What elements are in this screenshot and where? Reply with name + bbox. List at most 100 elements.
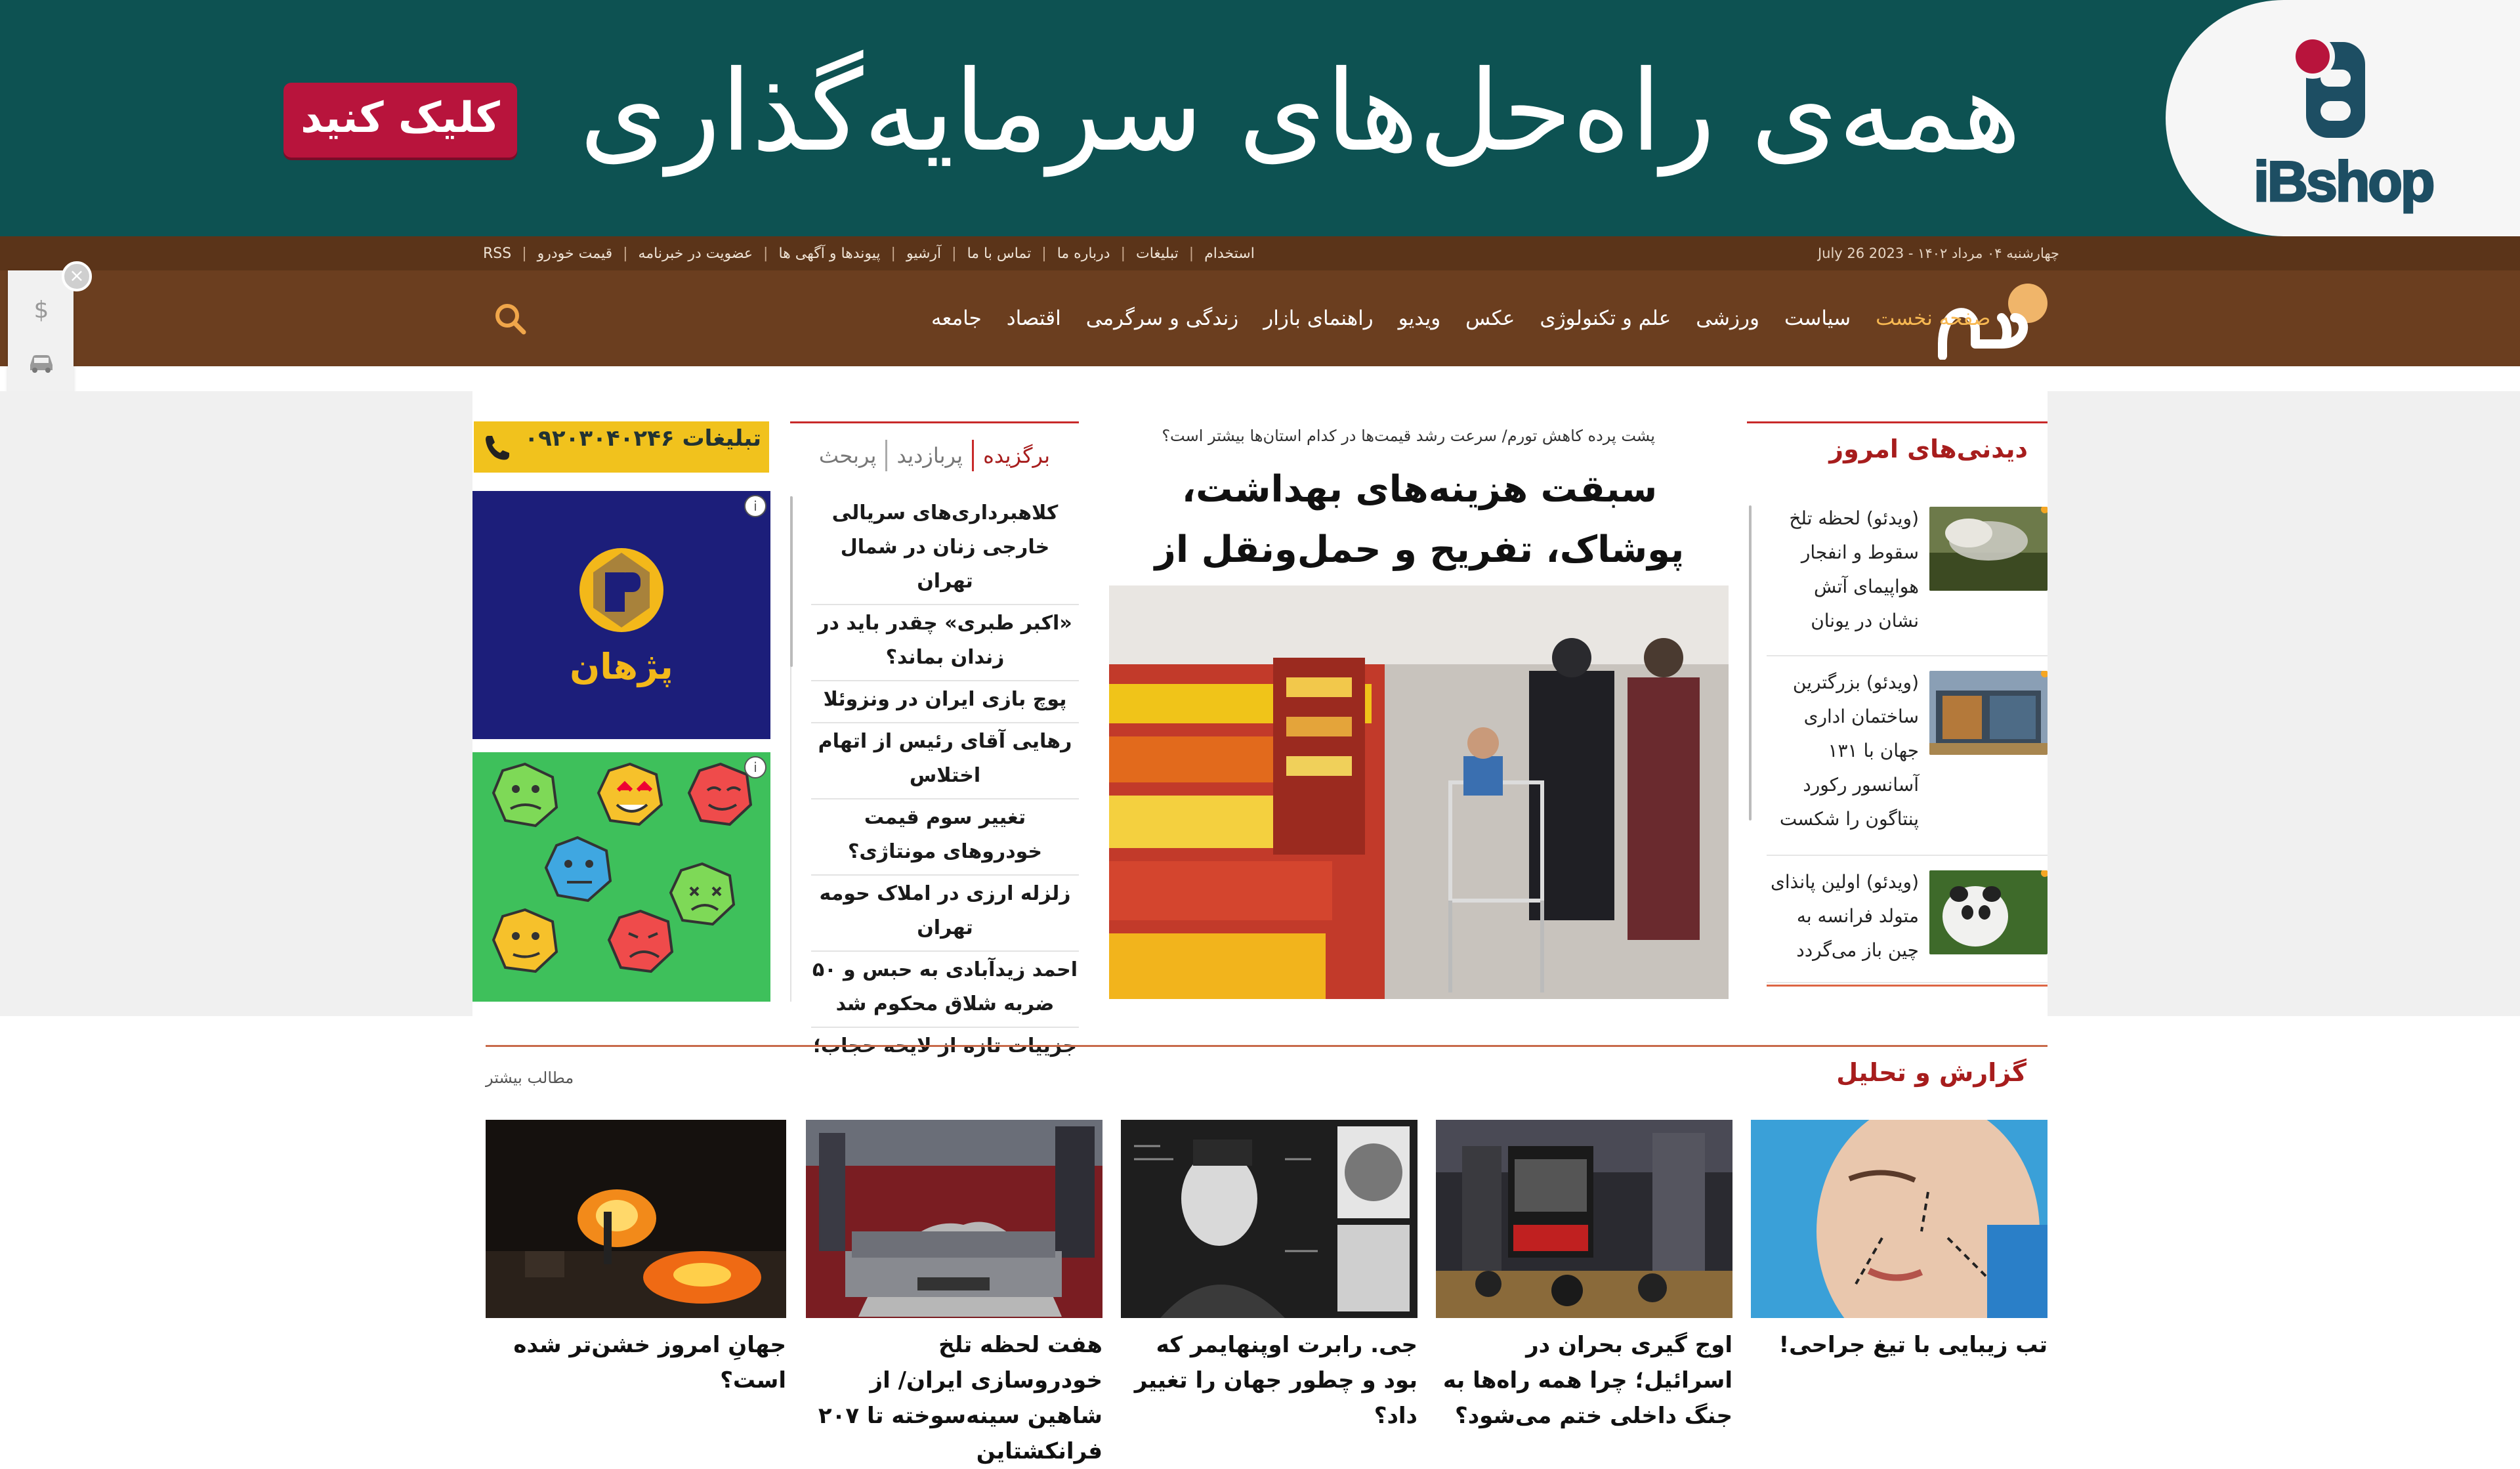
svg-text:$: $ xyxy=(34,297,49,323)
car-icon[interactable] xyxy=(28,348,55,375)
video-thumbnail[interactable] xyxy=(1929,507,2048,591)
ad-phone-banner[interactable]: تبلیغات ۰۹۲۰۳۰۴۰۲۴۶ xyxy=(474,421,769,473)
list-item[interactable]: رهایی آقای رئیس از اتهام اختلاس xyxy=(811,723,1079,799)
card-image[interactable] xyxy=(1751,1120,2048,1318)
scrollbar[interactable] xyxy=(790,496,793,667)
section-rule xyxy=(486,1045,2048,1047)
info-icon[interactable]: i xyxy=(744,495,766,517)
ad-phone-label: تبلیغات ۰۹۲۰۳۰۴۰۲۴۶ xyxy=(524,425,761,452)
nav-items: صفحه نخست سیاست ورزشی علم و تکنولوژی عکس… xyxy=(919,270,2003,366)
toplink-about[interactable]: درباره ما xyxy=(1057,245,1110,262)
banner-headline: همه‌ی راه‌حل‌های سرمایه‌گذاری xyxy=(579,47,2021,177)
card-image[interactable] xyxy=(1121,1120,1418,1318)
list-item[interactable]: (ویدئو) اولین پانذای متولد فرانسه به چین… xyxy=(1767,870,2048,983)
tab-selected[interactable]: برگزیده xyxy=(974,443,1059,468)
nav-item-lifestyle[interactable]: زندگی و سرگرمی xyxy=(1074,307,1251,330)
tab-most-viewed[interactable]: پربازدید xyxy=(887,443,972,468)
report-card[interactable]: تب زیبایی با تیغ جراحی! xyxy=(1751,1120,2048,1363)
divider: | xyxy=(1188,245,1194,262)
report-section-title[interactable]: گزارش و تحلیل xyxy=(1836,1058,2026,1087)
nav-item-video[interactable]: ویدیو xyxy=(1386,307,1454,330)
list-item[interactable]: (ویدئو) بزرگترین ساختمان اداری جهان با ۱… xyxy=(1767,671,2048,856)
list-item[interactable]: زلزله ارزی در املاک حومه تهران xyxy=(811,876,1079,952)
video-thumbnail[interactable] xyxy=(1929,671,2048,755)
section-rule xyxy=(1747,421,2048,423)
list-item[interactable]: جزییات تازه از لایحه حجاب؛ xyxy=(811,1028,1079,1069)
more-articles-link[interactable]: مطالب بیشتر xyxy=(486,1069,574,1087)
close-icon[interactable]: × xyxy=(62,261,92,291)
top-links: استخدام | تبلیغات | درباره ما | تماس با ما |… xyxy=(483,236,1255,270)
card-title[interactable]: هفت لحظه تلخ خودروسازی ایران/ از شاهین س… xyxy=(806,1327,1102,1469)
tabs-section: برگزیده پربازدید پربحث xyxy=(790,421,1079,471)
video-thumbnail[interactable] xyxy=(1929,870,2048,954)
lead-kicker[interactable]: پشت پرده کاهش تورم/ سرعت رشد قیمت‌ها در … xyxy=(1162,427,1655,445)
list-item[interactable]: تغییر سوم قیمت خودروهای مونتاژی؟ xyxy=(811,799,1079,876)
ad-emoji[interactable]: i xyxy=(472,752,770,1002)
dollar-icon[interactable]: $ xyxy=(28,295,55,323)
divider: | xyxy=(763,245,768,262)
tab-most-discussed[interactable]: پربحث xyxy=(810,443,886,468)
toplink-ads[interactable]: تبلیغات xyxy=(1136,245,1179,262)
section-rule xyxy=(1767,985,2048,987)
today-sights-section: دیدنی‌های امروز xyxy=(1747,421,2048,463)
nav-item-home[interactable]: صفحه نخست xyxy=(1863,307,2003,330)
divider: | xyxy=(952,245,957,262)
section-rule xyxy=(790,421,1079,423)
video-title[interactable]: (ویدئو) لحظه تلخ سقوط و انفجار هواپیمای … xyxy=(1768,501,1919,638)
toplink-careers[interactable]: استخدام xyxy=(1204,245,1255,262)
report-card[interactable]: اوج گیری بحران در اسرائیل؛ چرا همه راه‌ه… xyxy=(1436,1120,1732,1434)
lead-image[interactable] xyxy=(1109,585,1729,999)
divider: | xyxy=(623,245,628,262)
card-image[interactable] xyxy=(806,1120,1102,1318)
nav-item-politics[interactable]: سیاست xyxy=(1772,307,1863,330)
video-title[interactable]: (ویدئو) بزرگترین ساختمان اداری جهان با ۱… xyxy=(1768,666,1919,836)
news-list: کلاهبرداری‌های سریالی خارجی زنان در شمال… xyxy=(811,495,1079,1069)
ibshop-logo[interactable]: iBshop xyxy=(2253,26,2436,215)
top-bar: چهارشنبه ۰۴ مرداد ۱۴۰۲ - July 26 2023 اس… xyxy=(0,236,2520,270)
ad-pezhan[interactable]: i پژهان xyxy=(472,491,770,739)
nav-item-market[interactable]: راهنمای بازار xyxy=(1251,307,1385,330)
emoji-faces-image xyxy=(492,762,753,973)
report-card[interactable]: جهانِ امروز خشن‌تر شده است؟ xyxy=(486,1120,786,1398)
section-title[interactable]: دیدنی‌های امروز xyxy=(1829,435,2028,463)
toplink-rss[interactable]: RSS xyxy=(483,245,511,262)
list-item[interactable]: «اکبر طبری» چقدر باید در زندان بماند؟ xyxy=(811,605,1079,681)
ibshop-b-icon xyxy=(2290,34,2365,138)
pezhan-logo-icon xyxy=(579,548,663,632)
divider: | xyxy=(891,245,896,262)
list-item[interactable]: کلاهبرداری‌های سریالی خارجی زنان در شمال… xyxy=(811,495,1079,605)
search-icon[interactable] xyxy=(491,299,530,339)
toplink-newsletter[interactable]: عضویت در خبرنامه xyxy=(639,245,753,262)
card-image[interactable] xyxy=(486,1120,786,1318)
divider: | xyxy=(522,245,527,262)
nav-item-photo[interactable]: عکس xyxy=(1453,307,1527,330)
card-title[interactable]: جهانِ امروز خشن‌تر شده است؟ xyxy=(486,1327,786,1398)
phone-icon xyxy=(486,436,509,460)
card-image[interactable] xyxy=(1436,1120,1732,1318)
divider: | xyxy=(1120,245,1126,262)
video-title[interactable]: (ویدئو) اولین پانذای متولد فرانسه به چین… xyxy=(1768,865,1919,968)
toplink-archive[interactable]: آرشیو xyxy=(906,245,941,262)
scrollbar[interactable] xyxy=(1749,505,1752,820)
current-date: چهارشنبه ۰۴ مرداد ۱۴۰۲ - July 26 2023 xyxy=(1817,245,2059,261)
main-nav: صفحه نخست سیاست ورزشی علم و تکنولوژی عکس… xyxy=(0,270,2520,366)
ibshop-wordmark: iBshop xyxy=(2253,150,2436,215)
top-ad-banner[interactable]: iBshop همه‌ی راه‌حل‌های سرمایه‌گذاری کلی… xyxy=(0,0,2520,236)
nav-item-society[interactable]: جامعه xyxy=(919,307,994,330)
divider: | xyxy=(1041,245,1047,262)
toplink-contact[interactable]: تماس با ما xyxy=(967,245,1032,262)
card-title[interactable]: تب زیبایی با تیغ جراحی! xyxy=(1751,1327,2048,1363)
nav-item-science[interactable]: علم و تکنولوژی xyxy=(1527,307,1683,330)
toplink-links-ads[interactable]: پیوندها و آگهی ها xyxy=(778,245,880,262)
list-item[interactable]: احمد زیدآبادی به حبس و ۵۰ ضربه شلاق محکو… xyxy=(811,952,1079,1028)
banner-cta-button[interactable]: کلیک کنید xyxy=(284,83,517,158)
nav-item-economy[interactable]: اقتصاد xyxy=(994,307,1074,330)
list-item[interactable]: پوچ بازی ایران در ونزوئلا xyxy=(811,681,1079,723)
toplink-car-prices[interactable]: قیمت خودرو xyxy=(537,245,612,262)
info-icon[interactable]: i xyxy=(744,756,766,778)
nav-item-sports[interactable]: ورزشی xyxy=(1683,307,1772,330)
report-card[interactable]: جی. رابرت اوپنهایمر که بود و چطور جهان ر… xyxy=(1121,1120,1418,1434)
list-item[interactable]: (ویدئو) لحظه تلخ سقوط و انفجار هواپیمای … xyxy=(1767,507,2048,656)
tab-bar: برگزیده پربازدید پربحث xyxy=(810,440,1059,471)
report-card[interactable]: هفت لحظه تلخ خودروسازی ایران/ از شاهین س… xyxy=(806,1120,1102,1469)
